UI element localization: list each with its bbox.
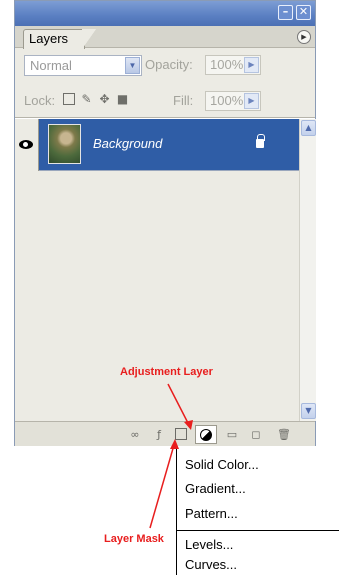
annotation-arrows [149, 383, 193, 529]
arrowhead-mask [170, 439, 179, 449]
arrow-adjustment [167, 383, 190, 426]
arrow-mask [149, 444, 175, 529]
arrowhead-adjustment [184, 420, 193, 430]
